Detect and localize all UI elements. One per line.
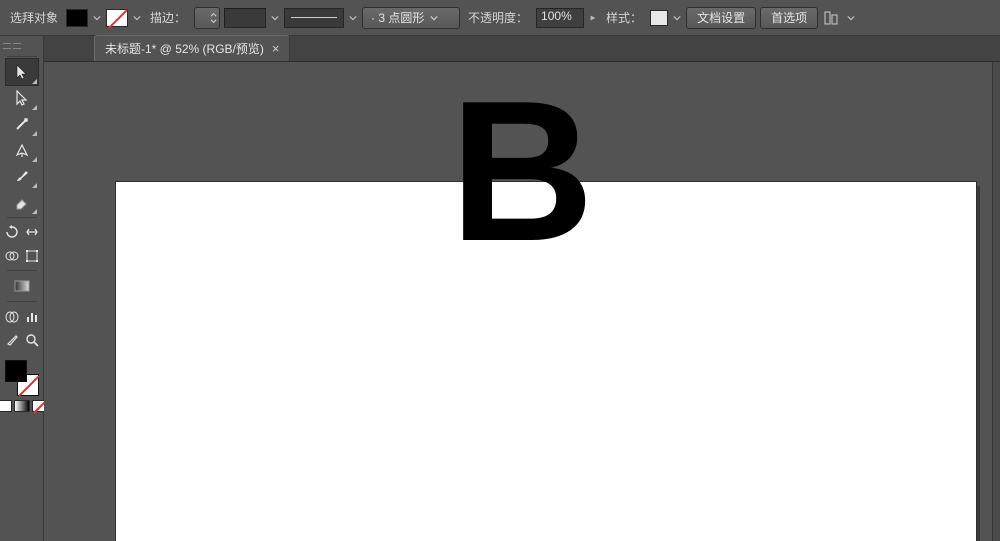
slice-tool[interactable] — [2, 328, 22, 352]
zoom-tool[interactable] — [22, 328, 42, 352]
paintbrush-tool[interactable] — [6, 163, 38, 189]
brush-definition-label: · 3 点圆形 — [371, 9, 424, 26]
options-bar: 选拜对象 描边： · 3 点圆形 不透明度： 100% 样式： 文档设置 首选项 — [0, 0, 1000, 36]
tab-title: 未标题-1* @ 52% (RGB/预览) — [105, 40, 264, 57]
align-dropdown-icon[interactable] — [846, 9, 856, 27]
blend-tool[interactable] — [2, 304, 22, 328]
document-setup-button[interactable]: 文档设置 — [686, 7, 756, 29]
brush-definition-dropdown[interactable]: · 3 点圆形 — [362, 7, 460, 29]
select-object-label: 选拜对象 — [10, 9, 58, 26]
stroke-weight-dropdown-icon[interactable] — [270, 9, 280, 27]
document-tab[interactable]: 未标题-1* @ 52% (RGB/预览) × — [94, 35, 290, 61]
tools-panel — [0, 36, 44, 541]
stroke-color-swatch-none[interactable] — [106, 9, 128, 27]
stroke-weight-input[interactable] — [224, 8, 266, 28]
fill-stroke-colors[interactable] — [5, 360, 39, 396]
tools-grabber[interactable] — [1, 40, 43, 50]
close-icon[interactable]: × — [272, 41, 280, 56]
magic-wand-tool[interactable] — [6, 111, 38, 137]
gradient-tool[interactable] — [6, 273, 38, 299]
rotate-tool[interactable] — [2, 220, 22, 244]
preferences-button[interactable]: 首选项 — [760, 7, 818, 29]
shape-builder-tool[interactable] — [2, 244, 22, 268]
main-area: 未标题-1* @ 52% (RGB/预览) × B — [0, 36, 1000, 541]
pen-tool[interactable] — [6, 137, 38, 163]
fill-dropdown-icon[interactable] — [92, 9, 102, 27]
column-graph-tool[interactable] — [22, 304, 42, 328]
canvas-text-object[interactable]: B — [450, 72, 594, 272]
separator — [7, 217, 37, 218]
work-area: 未标题-1* @ 52% (RGB/预览) × B — [44, 36, 1000, 541]
style-label: 样式： — [606, 9, 642, 26]
color-mode-gradient[interactable] — [14, 400, 30, 412]
separator — [7, 270, 37, 271]
stroke-profile-swatch[interactable] — [284, 8, 344, 28]
eraser-tool[interactable] — [6, 189, 38, 215]
selection-tool[interactable] — [6, 59, 38, 85]
separator — [7, 56, 37, 57]
width-tool[interactable] — [22, 220, 42, 244]
canvas-zone[interactable]: B — [44, 62, 1000, 541]
separator — [7, 301, 37, 302]
stroke-profile-dropdown-icon[interactable] — [348, 9, 358, 27]
align-icon[interactable] — [822, 8, 842, 28]
graphic-style-swatch[interactable] — [650, 10, 668, 26]
stroke-weight-stepper[interactable] — [194, 7, 220, 29]
color-mode-solid[interactable] — [0, 400, 12, 412]
fill-color-black[interactable] — [5, 360, 27, 382]
opacity-label: 不透明度： — [468, 9, 528, 26]
stroke-dropdown-icon[interactable] — [132, 9, 142, 27]
free-transform-tool[interactable] — [22, 244, 42, 268]
stroke-label: 描边： — [150, 9, 186, 26]
vertical-scrollbar[interactable] — [992, 62, 1000, 541]
direct-selection-tool[interactable] — [6, 85, 38, 111]
color-mode-row — [0, 400, 48, 412]
opacity-input[interactable]: 100% — [536, 8, 584, 28]
style-dropdown-icon[interactable] — [672, 9, 682, 27]
opacity-chevron-icon[interactable] — [588, 9, 598, 27]
fill-color-swatch[interactable] — [66, 9, 88, 27]
tab-bar: 未标题-1* @ 52% (RGB/预览) × — [44, 36, 1000, 62]
